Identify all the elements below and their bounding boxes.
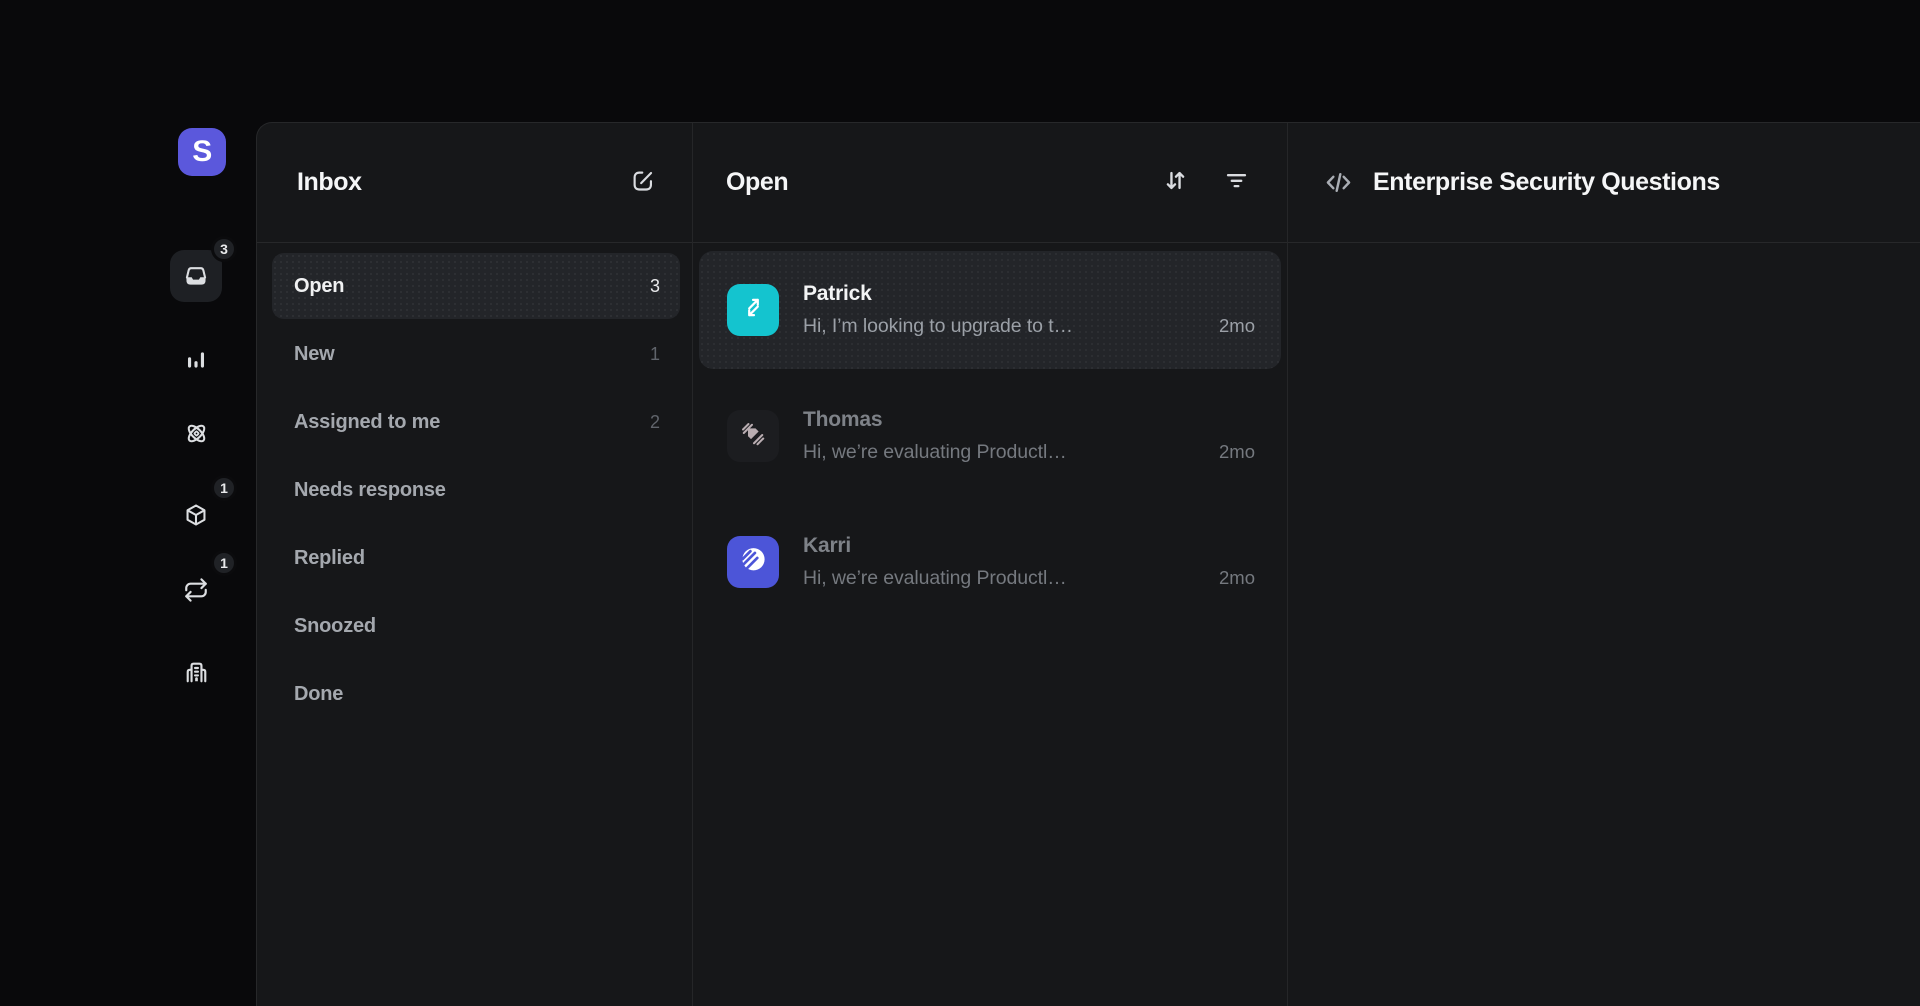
folder-label: Replied (294, 547, 365, 570)
folder-row-open[interactable]: Open 3 (272, 253, 680, 319)
conversation-row-karri[interactable]: Karri Hi, we’re evaluating Productl… 2mo (699, 503, 1281, 621)
folder-row-snoozed[interactable]: Snoozed (272, 593, 680, 659)
detail-panel: Enterprise Security Questions (1288, 123, 1920, 1006)
bar-chart-icon (183, 347, 209, 373)
conversation-name: Thomas (803, 408, 1255, 432)
conversation-time: 2mo (1201, 567, 1255, 589)
detail-panel-header: Enterprise Security Questions (1288, 123, 1920, 243)
building-icon (183, 659, 210, 686)
striped-logo-icon (738, 419, 768, 454)
main-card: Inbox Open 3 New 1 (256, 122, 1920, 1006)
list-panel-header: Open (693, 123, 1287, 243)
folder-row-needs-response[interactable]: Needs response (272, 457, 680, 523)
folder-list: Open 3 New 1 Assigned to me 2 Needs resp… (257, 243, 692, 729)
conversation-row-patrick[interactable]: Patrick Hi, I’m looking to upgrade to t…… (699, 251, 1281, 369)
swap-arrows-icon (740, 294, 767, 326)
folder-row-replied[interactable]: Replied (272, 525, 680, 591)
products-count-badge: 1 (211, 475, 237, 501)
detail-body (1288, 243, 1920, 1006)
folder-row-assigned-to-me[interactable]: Assigned to me 2 (272, 389, 680, 455)
sort-icon (1162, 167, 1189, 199)
rail-item-analytics[interactable] (170, 334, 222, 386)
conversation-preview: Hi, we’re evaluating Productl… (803, 441, 1067, 464)
filter-icon (1223, 167, 1250, 199)
cube-icon (183, 502, 209, 528)
conversation-row-thomas[interactable]: Thomas Hi, we’re evaluating Productl… 2m… (699, 377, 1281, 495)
compose-icon (629, 167, 656, 199)
folder-count: 1 (650, 344, 660, 365)
repeat-icon (183, 577, 209, 603)
avatar-patrick (727, 284, 779, 336)
folder-label: Done (294, 683, 343, 706)
avatar-karri (727, 536, 779, 588)
conversation-preview: Hi, I’m looking to upgrade to t… (803, 315, 1073, 338)
code-icon (1323, 167, 1354, 198)
conversation-time: 2mo (1201, 315, 1255, 337)
filter-button[interactable] (1223, 167, 1250, 199)
folder-count: 2 (650, 412, 660, 433)
inbox-count-badge: 3 (211, 236, 237, 262)
compose-button[interactable] (629, 167, 656, 199)
folder-label: New (294, 343, 335, 366)
folder-row-done[interactable]: Done (272, 661, 680, 727)
inbox-panel-header: Inbox (257, 123, 692, 243)
inbox-panel: Inbox Open 3 New 1 (257, 123, 693, 1006)
conversation-name: Patrick (803, 282, 1255, 306)
rail-item-inbox[interactable]: 3 (170, 250, 222, 302)
conversation-list: Patrick Hi, I’m looking to upgrade to t…… (693, 243, 1287, 629)
conversation-name: Karri (803, 534, 1255, 558)
inbox-tray-icon (183, 263, 209, 289)
folder-count: 3 (650, 276, 660, 297)
rail-item-products[interactable]: 1 (170, 489, 222, 541)
folder-label: Assigned to me (294, 411, 440, 434)
conversation-preview: Hi, we’re evaluating Productl… (803, 567, 1067, 590)
folder-label: Needs response (294, 479, 446, 502)
inbox-title: Inbox (297, 168, 362, 197)
workflows-count-badge: 1 (211, 550, 237, 576)
folder-row-new[interactable]: New 1 (272, 321, 680, 387)
rail-item-automation[interactable] (170, 407, 222, 459)
sort-button[interactable] (1162, 167, 1189, 199)
atom-icon (183, 420, 210, 447)
list-title: Open (726, 168, 788, 197)
rail-item-company[interactable] (170, 646, 222, 698)
rail-item-workflows[interactable]: 1 (170, 564, 222, 616)
folder-label: Open (294, 275, 344, 298)
app-logo[interactable]: S (178, 128, 226, 176)
conversation-list-panel: Open (693, 123, 1288, 1006)
detail-title: Enterprise Security Questions (1373, 168, 1720, 197)
avatar-thomas (727, 410, 779, 462)
conversation-time: 2mo (1201, 441, 1255, 463)
striped-globe-icon (738, 544, 769, 580)
app-window: S 3 (0, 0, 1920, 1006)
folder-label: Snoozed (294, 615, 376, 638)
